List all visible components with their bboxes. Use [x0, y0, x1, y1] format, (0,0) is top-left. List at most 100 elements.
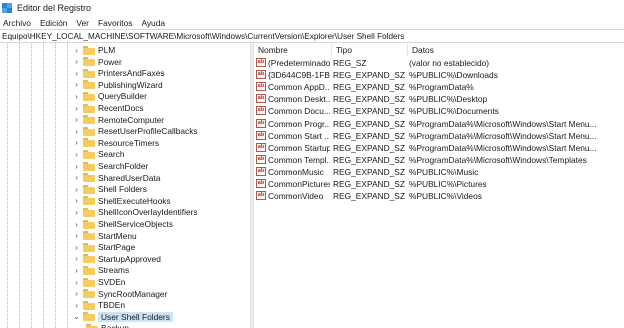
- value-row[interactable]: ab Common AppD... REG_EXPAND_SZ %ProgramDat…: [254, 81, 624, 93]
- tree-item-child[interactable]: Backup: [84, 322, 129, 328]
- column-header-name[interactable]: Nombre: [254, 44, 332, 55]
- tree-item-label: QueryBuilder: [98, 91, 147, 102]
- chevron-right-icon[interactable]: ›: [72, 173, 81, 182]
- tree-item[interactable]: › ShellExecuteHooks: [72, 195, 170, 207]
- chevron-right-icon[interactable]: ›: [72, 208, 81, 217]
- chevron-right-icon[interactable]: ›: [72, 115, 81, 124]
- chevron-right-icon[interactable]: ›: [72, 231, 81, 240]
- chevron-right-icon[interactable]: ›: [72, 162, 81, 171]
- tree-item[interactable]: › StartupApproved: [72, 253, 161, 265]
- value-row[interactable]: ab{3D644C9B-1FB8...REG_EXPAND_SZ %PUBLIC%…: [254, 69, 624, 81]
- value-data: %ProgramData%: [409, 82, 474, 93]
- chevron-right-icon[interactable]: ›: [72, 243, 81, 252]
- value-row[interactable]: ab Common Deskt... REG_EXPAND_SZ %PUBLIC%\D…: [254, 93, 624, 105]
- tree-item[interactable]: › RecentDocs: [72, 102, 143, 114]
- value-row[interactable]: ab Common Docu... REG_EXPAND_SZ %PUBLIC%\Do…: [254, 105, 624, 117]
- tree-item[interactable]: › ShellServiceObjects: [72, 218, 173, 230]
- tree-item[interactable]: › RemoteComputer: [72, 114, 164, 126]
- value-row[interactable]: ab CommonVideo REG_EXPAND_SZ %PUBLIC%\Video…: [254, 190, 624, 202]
- folder-icon: [83, 80, 95, 90]
- chevron-right-icon[interactable]: ›: [72, 220, 81, 229]
- string-value-icon: ab: [256, 94, 266, 104]
- tree-item[interactable]: › Streams: [72, 264, 129, 276]
- tree-item[interactable]: › Shell Folders: [72, 183, 147, 195]
- tree-item[interactable]: › TBDEn: [72, 299, 125, 311]
- value-row[interactable]: ab Common Start ... REG_EXPAND_SZ %ProgramD…: [254, 130, 624, 142]
- chevron-right-icon[interactable]: ›: [72, 69, 81, 78]
- chevron-right-icon[interactable]: ›: [72, 289, 81, 298]
- chevron-right-icon[interactable]: ›: [72, 104, 81, 113]
- tree-item[interactable]: › PublishingWizard: [72, 79, 163, 91]
- chevron-right-icon[interactable]: ›: [72, 80, 81, 89]
- folder-icon: [83, 207, 95, 217]
- tree-item[interactable]: › ShellIconOverlayIdentifiers: [72, 206, 197, 218]
- value-type: REG_EXPAND_SZ: [333, 142, 405, 153]
- chevron-right-icon[interactable]: ›: [72, 92, 81, 101]
- tree-item-label: SVDEn: [98, 277, 126, 287]
- tree-item[interactable]: › QueryBuilder: [72, 90, 147, 102]
- tree-item-label: RemoteComputer: [98, 114, 165, 125]
- folder-icon: [83, 68, 95, 78]
- value-row[interactable]: ab Common Startup REG_EXPAND_SZ %ProgramDat…: [254, 142, 624, 154]
- value-type: REG_EXPAND_SZ: [333, 106, 405, 117]
- chevron-right-icon[interactable]: ›: [72, 150, 81, 159]
- chevron-right-icon[interactable]: ›: [72, 278, 81, 287]
- column-header-type[interactable]: Tipo: [332, 44, 408, 55]
- value-name: Common Deskt...: [268, 94, 330, 105]
- menu-edicion[interactable]: Edición: [40, 18, 67, 28]
- string-value-icon: ab: [256, 154, 266, 164]
- chevron-right-icon[interactable]: ›: [72, 57, 81, 66]
- value-row[interactable]: ab (Predeterminado) REG_SZ (valor no establ…: [254, 57, 624, 69]
- window-title: Editor del Registro: [17, 3, 92, 13]
- chevron-right-icon[interactable]: ›: [72, 254, 81, 263]
- chevron-right-icon[interactable]: ›: [72, 185, 81, 194]
- value-row[interactable]: ab CommonPictures REG_EXPAND_SZ %PUBLIC%\Pi…: [254, 178, 624, 190]
- chevron-right-icon[interactable]: ›: [72, 266, 81, 275]
- tree-item[interactable]: › SearchFolder: [72, 160, 148, 172]
- chevron-right-icon[interactable]: ›: [72, 127, 81, 136]
- chevron-right-icon[interactable]: ›: [72, 301, 81, 310]
- tree-item-label: Power: [98, 56, 122, 67]
- tree-item[interactable]: › ResourceTimers: [72, 137, 159, 149]
- tree-item[interactable]: ⌄ User Shell Folders: [72, 311, 173, 323]
- value-type: REG_EXPAND_SZ: [333, 179, 405, 189]
- chevron-down-icon[interactable]: ⌄: [72, 312, 81, 321]
- value-row[interactable]: ab CommonMusic REG_EXPAND_SZ %PUBLIC%\Music: [254, 166, 624, 178]
- tree-item[interactable]: › PrintersAndFaxes: [72, 67, 164, 79]
- menu-bar: Archivo Edición Ver Favoritos Ayuda: [0, 16, 624, 29]
- tree-item[interactable]: › Search: [72, 148, 124, 160]
- value-row[interactable]: ab Common Progr... REG_EXPAND_SZ %ProgramDa…: [254, 118, 624, 130]
- menu-favoritos[interactable]: Favoritos: [98, 18, 132, 28]
- tree-item[interactable]: › Power: [72, 56, 122, 68]
- value-data: %PUBLIC%\Documents: [409, 106, 499, 117]
- string-value-icon: ab: [256, 130, 266, 140]
- value-data: %PUBLIC%\Pictures: [409, 179, 487, 189]
- tree-item-label: StartupApproved: [98, 253, 161, 264]
- menu-archivo[interactable]: Archivo: [3, 18, 31, 28]
- tree-item[interactable]: › SVDEn: [72, 276, 125, 288]
- address-path[interactable]: Equipo\HKEY_LOCAL_MACHINE\SOFTWARE\Micro…: [2, 32, 404, 41]
- key-tree-pane[interactable]: › PLM › Power › PrintersAndFaxes › PublishingWi…: [0, 43, 250, 328]
- tree-item[interactable]: › SharedUserData: [72, 172, 160, 184]
- string-value-icon: ab: [256, 118, 266, 128]
- tree-item[interactable]: › ResetUserProfileCallbacks: [72, 125, 197, 137]
- column-headers: Nombre Tipo Datos: [254, 43, 624, 56]
- column-header-data[interactable]: Datos: [408, 44, 624, 55]
- menu-ver[interactable]: Ver: [76, 18, 89, 28]
- tree-item-label: StartMenu: [98, 230, 137, 241]
- values-list-pane[interactable]: Nombre Tipo Datos ab (Predeterminado) REG_…: [254, 43, 624, 328]
- tree-item[interactable]: › StartPage: [72, 241, 135, 253]
- value-row[interactable]: ab Common Templ... REG_EXPAND_SZ %ProgramDa…: [254, 154, 624, 166]
- tree-item[interactable]: › PLM: [72, 44, 115, 56]
- chevron-right-icon[interactable]: ›: [72, 46, 81, 55]
- chevron-right-icon[interactable]: ›: [72, 196, 81, 205]
- address-bar[interactable]: Equipo\HKEY_LOCAL_MACHINE\SOFTWARE\Micro…: [0, 29, 624, 43]
- tree-item[interactable]: › SyncRootManager: [72, 288, 167, 300]
- chevron-right-icon[interactable]: ›: [72, 138, 81, 147]
- tree-guide-line: [31, 43, 32, 328]
- tree-item[interactable]: › StartMenu: [72, 230, 137, 242]
- value-type: REG_EXPAND_SZ: [333, 94, 405, 105]
- value-type: REG_EXPAND_SZ: [333, 82, 405, 93]
- menu-ayuda[interactable]: Ayuda: [141, 18, 165, 28]
- string-value-icon: ab: [256, 179, 266, 188]
